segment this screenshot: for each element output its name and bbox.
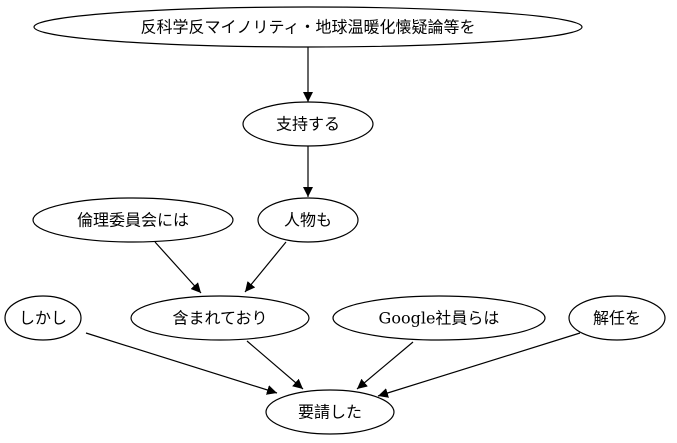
edge-n6-n9: [246, 340, 304, 390]
node-n2: 支持する: [242, 101, 374, 147]
dependency-graph: 反科学反マイノリティ・地球温暖化懐疑論等を 支持する 倫理委員会には 人物も し…: [4, 6, 666, 435]
edge-n7-n9: [356, 341, 414, 390]
node-n7: Google社員らは: [332, 295, 546, 341]
node-n9-label: 要請した: [298, 403, 362, 422]
node-n6-label: 含まれており: [172, 309, 267, 328]
node-n7-label: Google社員らは: [379, 309, 500, 328]
node-n9: 要請した: [265, 389, 395, 435]
node-n1-label: 反科学反マイノリティ・地球温暖化懐疑論等を: [140, 18, 475, 37]
node-n5-label: しかし: [19, 309, 67, 328]
edge-n4-n6: [244, 241, 287, 293]
node-n8: 解任を: [568, 295, 666, 341]
node-n4: 人物も: [257, 197, 359, 243]
node-n6: 含まれており: [130, 295, 310, 341]
node-n3-label: 倫理委員会には: [77, 211, 189, 230]
node-n2-label: 支持する: [276, 115, 340, 134]
node-n5: しかし: [4, 295, 82, 341]
edge-n3-n6: [154, 241, 202, 294]
node-n3: 倫理委員会には: [32, 197, 234, 243]
edge-n8-n9: [377, 332, 581, 398]
node-n1: 反科学反マイノリティ・地球温暖化懐疑論等を: [33, 6, 583, 48]
node-n4-label: 人物も: [284, 211, 332, 230]
node-n8-label: 解任を: [593, 309, 641, 328]
